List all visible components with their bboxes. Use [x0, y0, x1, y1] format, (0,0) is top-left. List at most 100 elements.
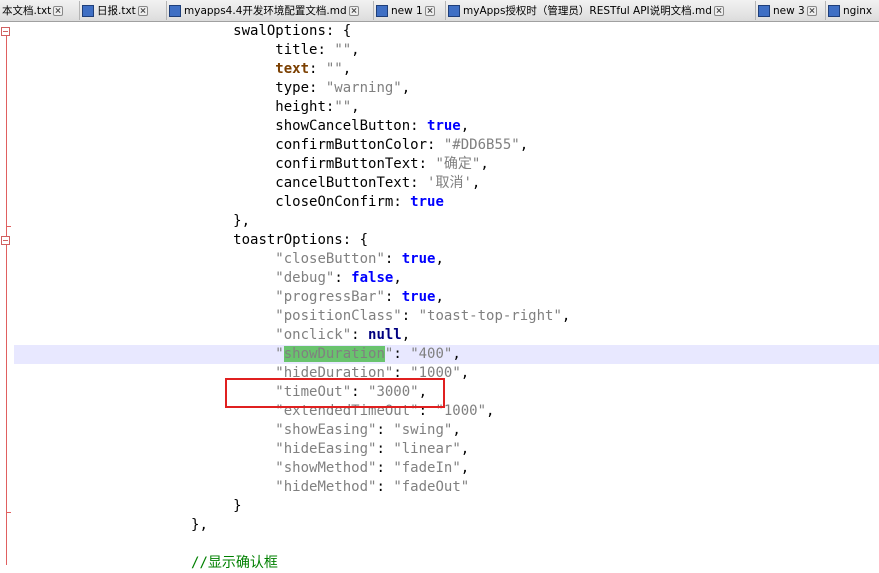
code-token: ""	[334, 42, 352, 58]
code-line: showCancelButton: true,	[275, 118, 470, 134]
code-line: "onclick": null,	[275, 327, 411, 343]
code-token: true	[410, 194, 444, 210]
close-icon[interactable]	[348, 5, 359, 16]
code-line: "timeOut": "3000",	[275, 384, 428, 400]
code-token: ""	[325, 61, 343, 77]
code-line: type: "warning",	[275, 80, 411, 96]
code-line: "showEasing": "swing",	[275, 422, 461, 438]
code-token: null	[368, 327, 402, 343]
tab-label: myapps4.4开发环境配置文档.md	[184, 5, 347, 17]
code-token: true	[401, 251, 436, 267]
save-icon	[758, 4, 770, 17]
code-token: "progressBar"	[275, 289, 385, 305]
save-icon	[828, 4, 840, 17]
fold-margin	[0, 22, 14, 572]
code-token: ""	[334, 99, 352, 115]
code-token: },	[233, 213, 251, 229]
code-token: "closeButton"	[275, 251, 385, 267]
tab-myapps-api[interactable]: myApps授权时（管理员）RESTful API说明文档.md	[446, 1, 756, 20]
tab-new-1[interactable]: new 1	[374, 1, 446, 20]
code-token: "swing"	[393, 422, 453, 438]
code-token: "showEasing"	[275, 422, 377, 438]
code-line: closeOnConfirm: true	[275, 194, 444, 210]
code-line: height:"",	[275, 99, 360, 115]
tab-label: 本文档.txt	[2, 5, 52, 17]
code-line: },	[14, 212, 879, 231]
tab-daily-report[interactable]: 日报.txt	[80, 1, 167, 20]
fold-line	[6, 245, 7, 565]
code-token: "400"	[410, 346, 453, 362]
code-line: "debug": false,	[275, 270, 402, 286]
code-token: closeOnConfirm	[275, 194, 394, 210]
close-icon[interactable]	[713, 5, 724, 16]
close-icon[interactable]	[137, 5, 148, 16]
code-token: type	[275, 80, 310, 96]
tab-nginx[interactable]: nginx	[826, 1, 879, 20]
code-line: "hideMethod": "fadeOut"	[275, 479, 470, 495]
current-line: "showDuration": "400",	[14, 345, 879, 364]
code-line: confirmButtonText: "确定",	[275, 156, 489, 172]
fold-line	[6, 36, 7, 236]
code-line: "closeButton": true,	[275, 251, 444, 267]
code-line: "extendedTimeOut": "1000",	[275, 403, 495, 419]
tab-myapps-config[interactable]: myapps4.4开发环境配置文档.md	[167, 1, 374, 20]
save-icon	[376, 4, 388, 17]
code-token: confirmButtonText	[275, 156, 419, 172]
close-icon[interactable]	[806, 5, 817, 16]
code-line: //显示确认框	[14, 554, 879, 573]
code-token: : {	[325, 23, 352, 39]
code-token: "fadeOut"	[393, 479, 470, 495]
code-token: swalOptions	[233, 23, 326, 39]
tab-new-3[interactable]: new 3	[756, 1, 826, 20]
code-token: "确定"	[435, 156, 481, 172]
code-token: "fadeIn"	[393, 460, 461, 476]
code-token: "debug"	[275, 270, 335, 286]
code-line: confirmButtonColor: "#DD6B55",	[275, 137, 529, 153]
search-match: showDuration	[283, 346, 385, 362]
code-token: }	[233, 498, 242, 514]
code-token: cancelButtonText	[275, 175, 411, 191]
code-line: "hideEasing": "linear",	[275, 441, 470, 457]
code-token: '取消'	[427, 175, 472, 191]
code-token: "warning"	[325, 80, 402, 96]
code-token: "#DD6B55"	[443, 137, 520, 153]
code-line: "showMethod": "fadeIn",	[275, 460, 470, 476]
tab-label: 日报.txt	[97, 5, 136, 17]
tab-label: myApps授权时（管理员）RESTful API说明文档.md	[463, 5, 712, 17]
code-token: "hideEasing"	[275, 441, 377, 457]
fold-collapse-icon[interactable]	[1, 27, 10, 36]
code-token: showCancelButton	[275, 118, 411, 134]
fold-end	[6, 226, 11, 227]
tab-label: nginx	[843, 4, 873, 17]
code-editor[interactable]: swalOptions: { title: "", text: "", type…	[14, 22, 879, 572]
fold-end	[6, 512, 11, 513]
code-line: text: "",	[275, 61, 352, 77]
close-icon[interactable]	[53, 5, 64, 16]
code-token: "toast-top-right"	[418, 308, 562, 324]
save-icon	[448, 4, 460, 17]
code-token: "	[275, 346, 284, 362]
tab-document[interactable]: 本文档.txt	[0, 1, 80, 20]
code-token: height	[275, 99, 326, 115]
fold-collapse-icon[interactable]	[1, 236, 10, 245]
code-token: confirmButtonColor	[275, 137, 428, 153]
code-line: swalOptions: {	[14, 22, 879, 41]
code-line: },	[14, 516, 879, 535]
code-line: "positionClass": "toast-top-right",	[275, 308, 571, 324]
annotation-box	[225, 378, 445, 408]
code-line: "progressBar": true,	[275, 289, 444, 305]
code-token: "linear"	[393, 441, 461, 457]
code-token: "	[384, 346, 394, 362]
code-token: "hideMethod"	[275, 479, 377, 495]
close-icon[interactable]	[424, 5, 435, 16]
code-token: title	[275, 42, 318, 58]
tab-label: new 1	[391, 4, 423, 17]
code-comment: //显示确认框	[191, 555, 278, 571]
code-line: }	[14, 497, 879, 516]
tab-label: new 3	[773, 4, 805, 17]
code-line: toastrOptions: {	[14, 231, 879, 250]
code-token: false	[351, 270, 394, 286]
code-line: title: "",	[275, 42, 360, 58]
code-token: "positionClass"	[275, 308, 402, 324]
